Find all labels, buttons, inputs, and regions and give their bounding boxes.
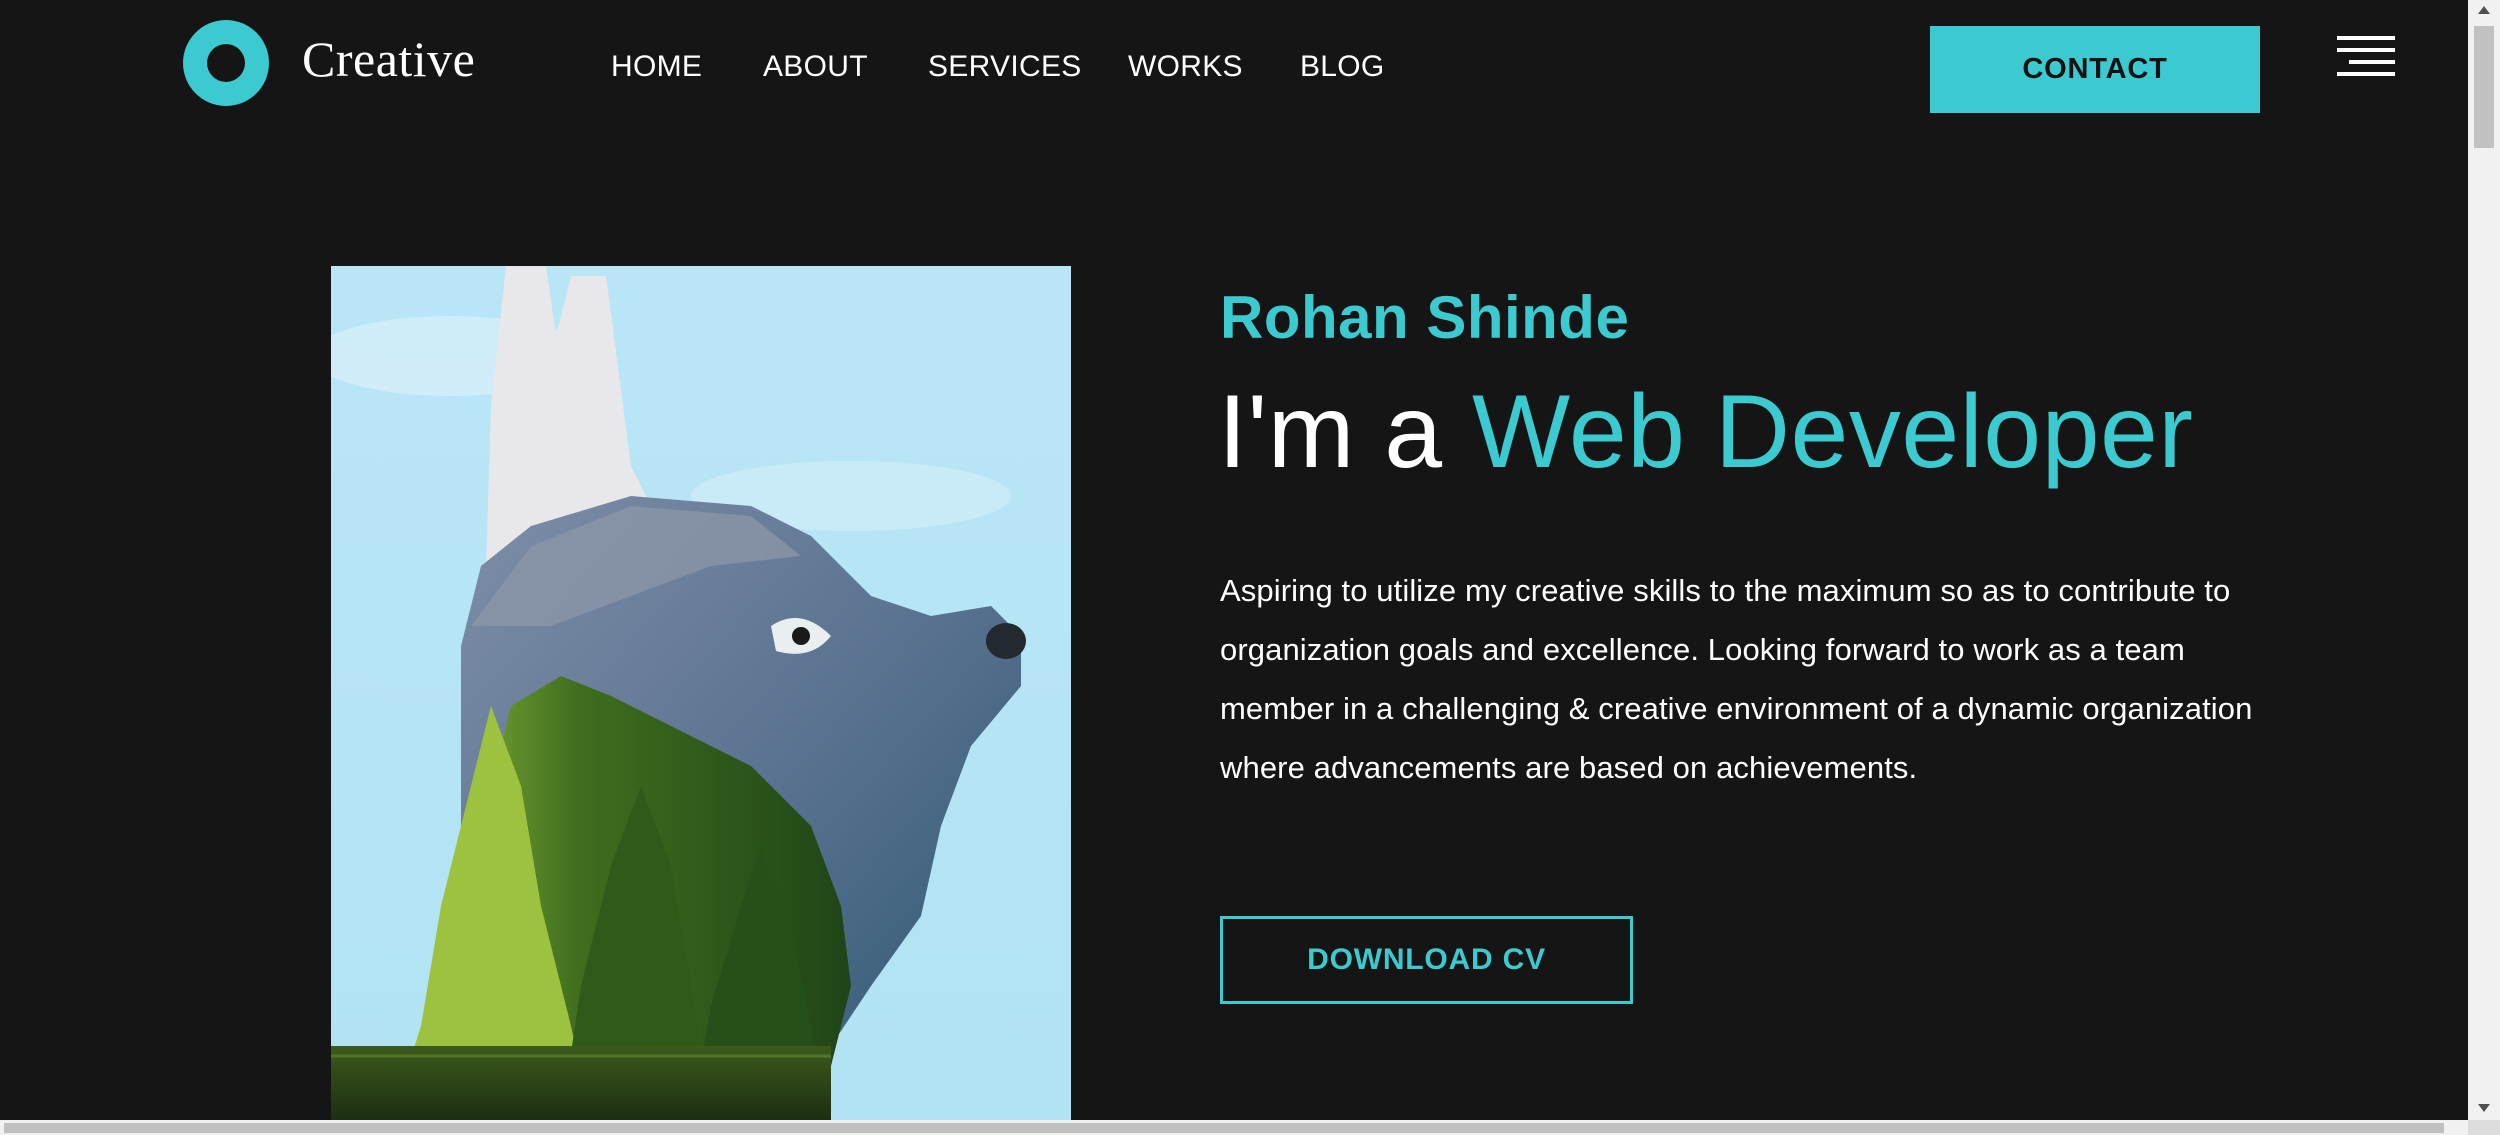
nav-item-services[interactable]: SERVICES xyxy=(928,50,1082,84)
hero-image xyxy=(331,266,1071,1120)
logo-icon[interactable] xyxy=(183,20,269,106)
horizontal-scroll-thumb[interactable] xyxy=(4,1123,2444,1133)
contact-button[interactable]: CONTACT xyxy=(1930,26,2260,113)
download-cv-button[interactable]: DOWNLOAD CV xyxy=(1220,916,1633,1004)
hero-title-lead: I'm a xyxy=(1218,374,1443,490)
hero-title-accent: Web Developer xyxy=(1472,374,2194,490)
nav-item-home[interactable]: HOME xyxy=(611,50,702,84)
scrollbar-corner xyxy=(2468,1120,2500,1135)
hamburger-menu-icon[interactable] xyxy=(2337,36,2395,76)
nav-item-blog[interactable]: BLOG xyxy=(1300,50,1385,84)
scroll-down-arrow-icon[interactable] xyxy=(2468,1098,2500,1118)
hero-description: Aspiring to utilize my creative skills t… xyxy=(1220,573,2253,785)
hero-name: Rohan Shinde xyxy=(1220,284,1630,351)
vertical-scroll-thumb[interactable] xyxy=(2474,26,2494,148)
nav-item-about[interactable]: ABOUT xyxy=(763,50,868,84)
nav-item-works[interactable]: WORKS xyxy=(1128,50,1243,84)
hero-title: I'm a Web Developer xyxy=(1218,377,2193,487)
vertical-scrollbar[interactable] xyxy=(2468,0,2500,1120)
wolf-forest-double-exposure-image xyxy=(331,266,1071,1120)
scroll-up-arrow-icon[interactable] xyxy=(2468,0,2500,20)
brand-name[interactable]: Creative xyxy=(302,30,475,88)
horizontal-scrollbar[interactable] xyxy=(0,1120,2468,1135)
